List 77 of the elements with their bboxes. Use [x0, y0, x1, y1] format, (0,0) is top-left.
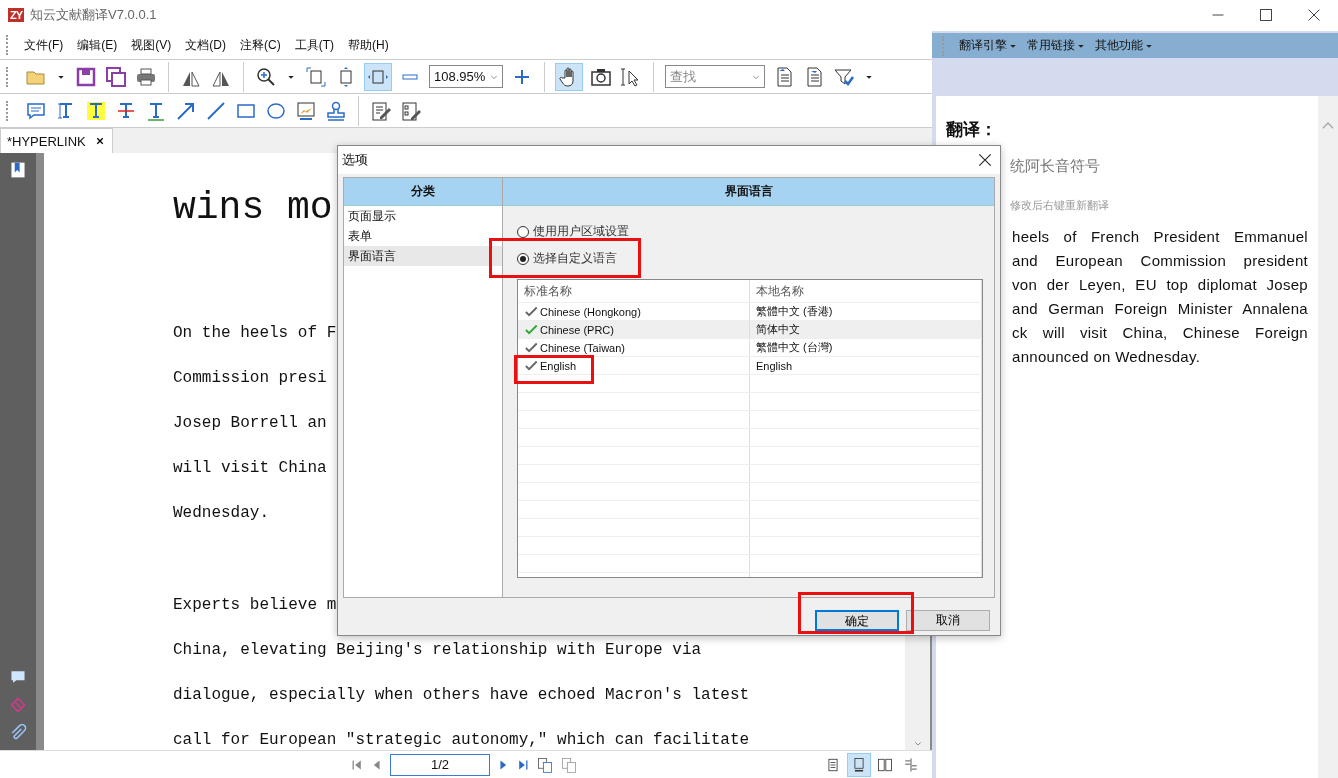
fit-width-button[interactable]: [365, 63, 391, 90]
page-layout-icon: [876, 756, 894, 774]
table-cell: English: [540, 359, 577, 372]
radio-button[interactable]: [517, 225, 529, 238]
menu-item[interactable]: 文档(D): [178, 36, 233, 54]
menu-item[interactable]: 注释(C): [233, 36, 288, 54]
hint-text: 修改后右键重新翻译: [1010, 198, 1110, 213]
zoom-in-icon[interactable]: [255, 65, 277, 88]
category-item[interactable]: 页面显示: [344, 206, 502, 226]
translation-text-line: and German Foreign Minister Annalena: [1012, 299, 1308, 319]
search-field[interactable]: 查找: [665, 65, 765, 88]
menu-item[interactable]: 文件(F): [17, 36, 71, 54]
save-all-icon[interactable]: [105, 65, 127, 88]
column-header: 标准名称: [518, 280, 750, 302]
dialog-title: 选项: [342, 151, 368, 169]
table-cell: 繁體中文 (香港): [756, 304, 833, 319]
radio-label[interactable]: 使用用户区域设置: [533, 223, 629, 240]
document-text-line: On the heels of F: [173, 323, 337, 343]
panel-menu[interactable]: 常用链接: [1023, 34, 1089, 57]
translation-text-line: heels of French President Emmanuel: [1012, 227, 1308, 247]
table-cell: Chinese (PRC): [540, 323, 614, 336]
dialog-button[interactable]: 确定: [815, 610, 899, 631]
menu-item[interactable]: 视图(V): [124, 36, 179, 54]
radio-button[interactable]: [517, 252, 529, 265]
panel-menu[interactable]: 翻译引擎: [955, 34, 1021, 57]
hand-tool-button[interactable]: [556, 63, 582, 90]
table-cell: 简体中文: [756, 322, 800, 337]
translated-term: 统阿长音符号: [1010, 157, 1101, 176]
page-number-field[interactable]: 1/2: [390, 754, 490, 776]
document-text-line: Wednesday.: [173, 503, 269, 523]
window-title: 知云文献翻译V7.0.0.1: [30, 6, 158, 24]
menu-item[interactable]: 帮助(H): [341, 36, 396, 54]
document-text-line: Experts believe m: [173, 595, 337, 615]
column-header: 分类: [344, 178, 502, 206]
panel-menu[interactable]: 其他功能: [1091, 34, 1157, 57]
menu-item[interactable]: 编辑(E): [70, 36, 125, 54]
translation-text-line: von der Leyen, EU top diplomat Josep: [1012, 275, 1308, 295]
document-text-line: Josep Borrell an: [173, 413, 327, 433]
highlight-text-icon[interactable]: [85, 99, 107, 122]
close-icon[interactable]: [976, 151, 994, 169]
table-cell: 繁體中文 (台灣): [756, 340, 833, 355]
save-icon[interactable]: [75, 65, 97, 88]
image-tool-icon[interactable]: [295, 99, 317, 122]
document-text-line: China, elevating Beijing's relationship with Europe via: [173, 640, 702, 660]
document-text-line: Commission presi: [173, 368, 327, 388]
translation-text-line: announced on Wednesday.: [1012, 347, 1202, 367]
copy-page-icon[interactable]: [536, 756, 554, 774]
bookmark-icon[interactable]: [9, 161, 27, 179]
translation-text-line: and European Commission president: [1012, 251, 1308, 271]
dialog-button[interactable]: 取消: [906, 610, 990, 631]
section-header: 界面语言: [503, 178, 994, 206]
zoom-field[interactable]: 108.95%: [429, 65, 503, 88]
fit-page-icon[interactable]: [305, 65, 327, 88]
table-cell: English: [756, 359, 793, 372]
translation-heading: 翻译：: [946, 119, 998, 141]
document-text-line: will visit China: [173, 458, 327, 478]
translation-text-line: ck will visit China, Chinese Foreign: [1012, 323, 1308, 343]
column-header: 本地名称: [750, 280, 982, 302]
form-edit-icon[interactable]: [400, 99, 422, 122]
document-text-line: dialogue, especially when others have echoed Macron's latest: [173, 685, 750, 705]
category-item[interactable]: 界面语言: [344, 246, 502, 266]
document-text-line: call for European "strategic autonomy," which can facilitate: [173, 730, 750, 750]
table-cell: Chinese (Hongkong): [540, 305, 641, 318]
document-heading: wins mo: [173, 186, 333, 230]
category-item[interactable]: 表单: [344, 226, 502, 246]
paperclip-icon[interactable]: [9, 724, 27, 742]
edit-document-icon[interactable]: [370, 99, 392, 122]
table-cell: Chinese (Taiwan): [540, 341, 625, 354]
document-tab[interactable]: *HYPERLINK: [0, 128, 113, 153]
page-layout-icon: [902, 756, 920, 774]
line-tool-icon[interactable]: [205, 99, 227, 122]
view-mode-button[interactable]: [848, 754, 870, 776]
app-logo: ZY: [8, 8, 25, 22]
radio-label[interactable]: 选择自定义语言: [533, 250, 617, 267]
print-icon[interactable]: [135, 65, 157, 88]
stamp-icon[interactable]: [325, 99, 347, 122]
menu-item[interactable]: 工具(T): [287, 36, 341, 54]
